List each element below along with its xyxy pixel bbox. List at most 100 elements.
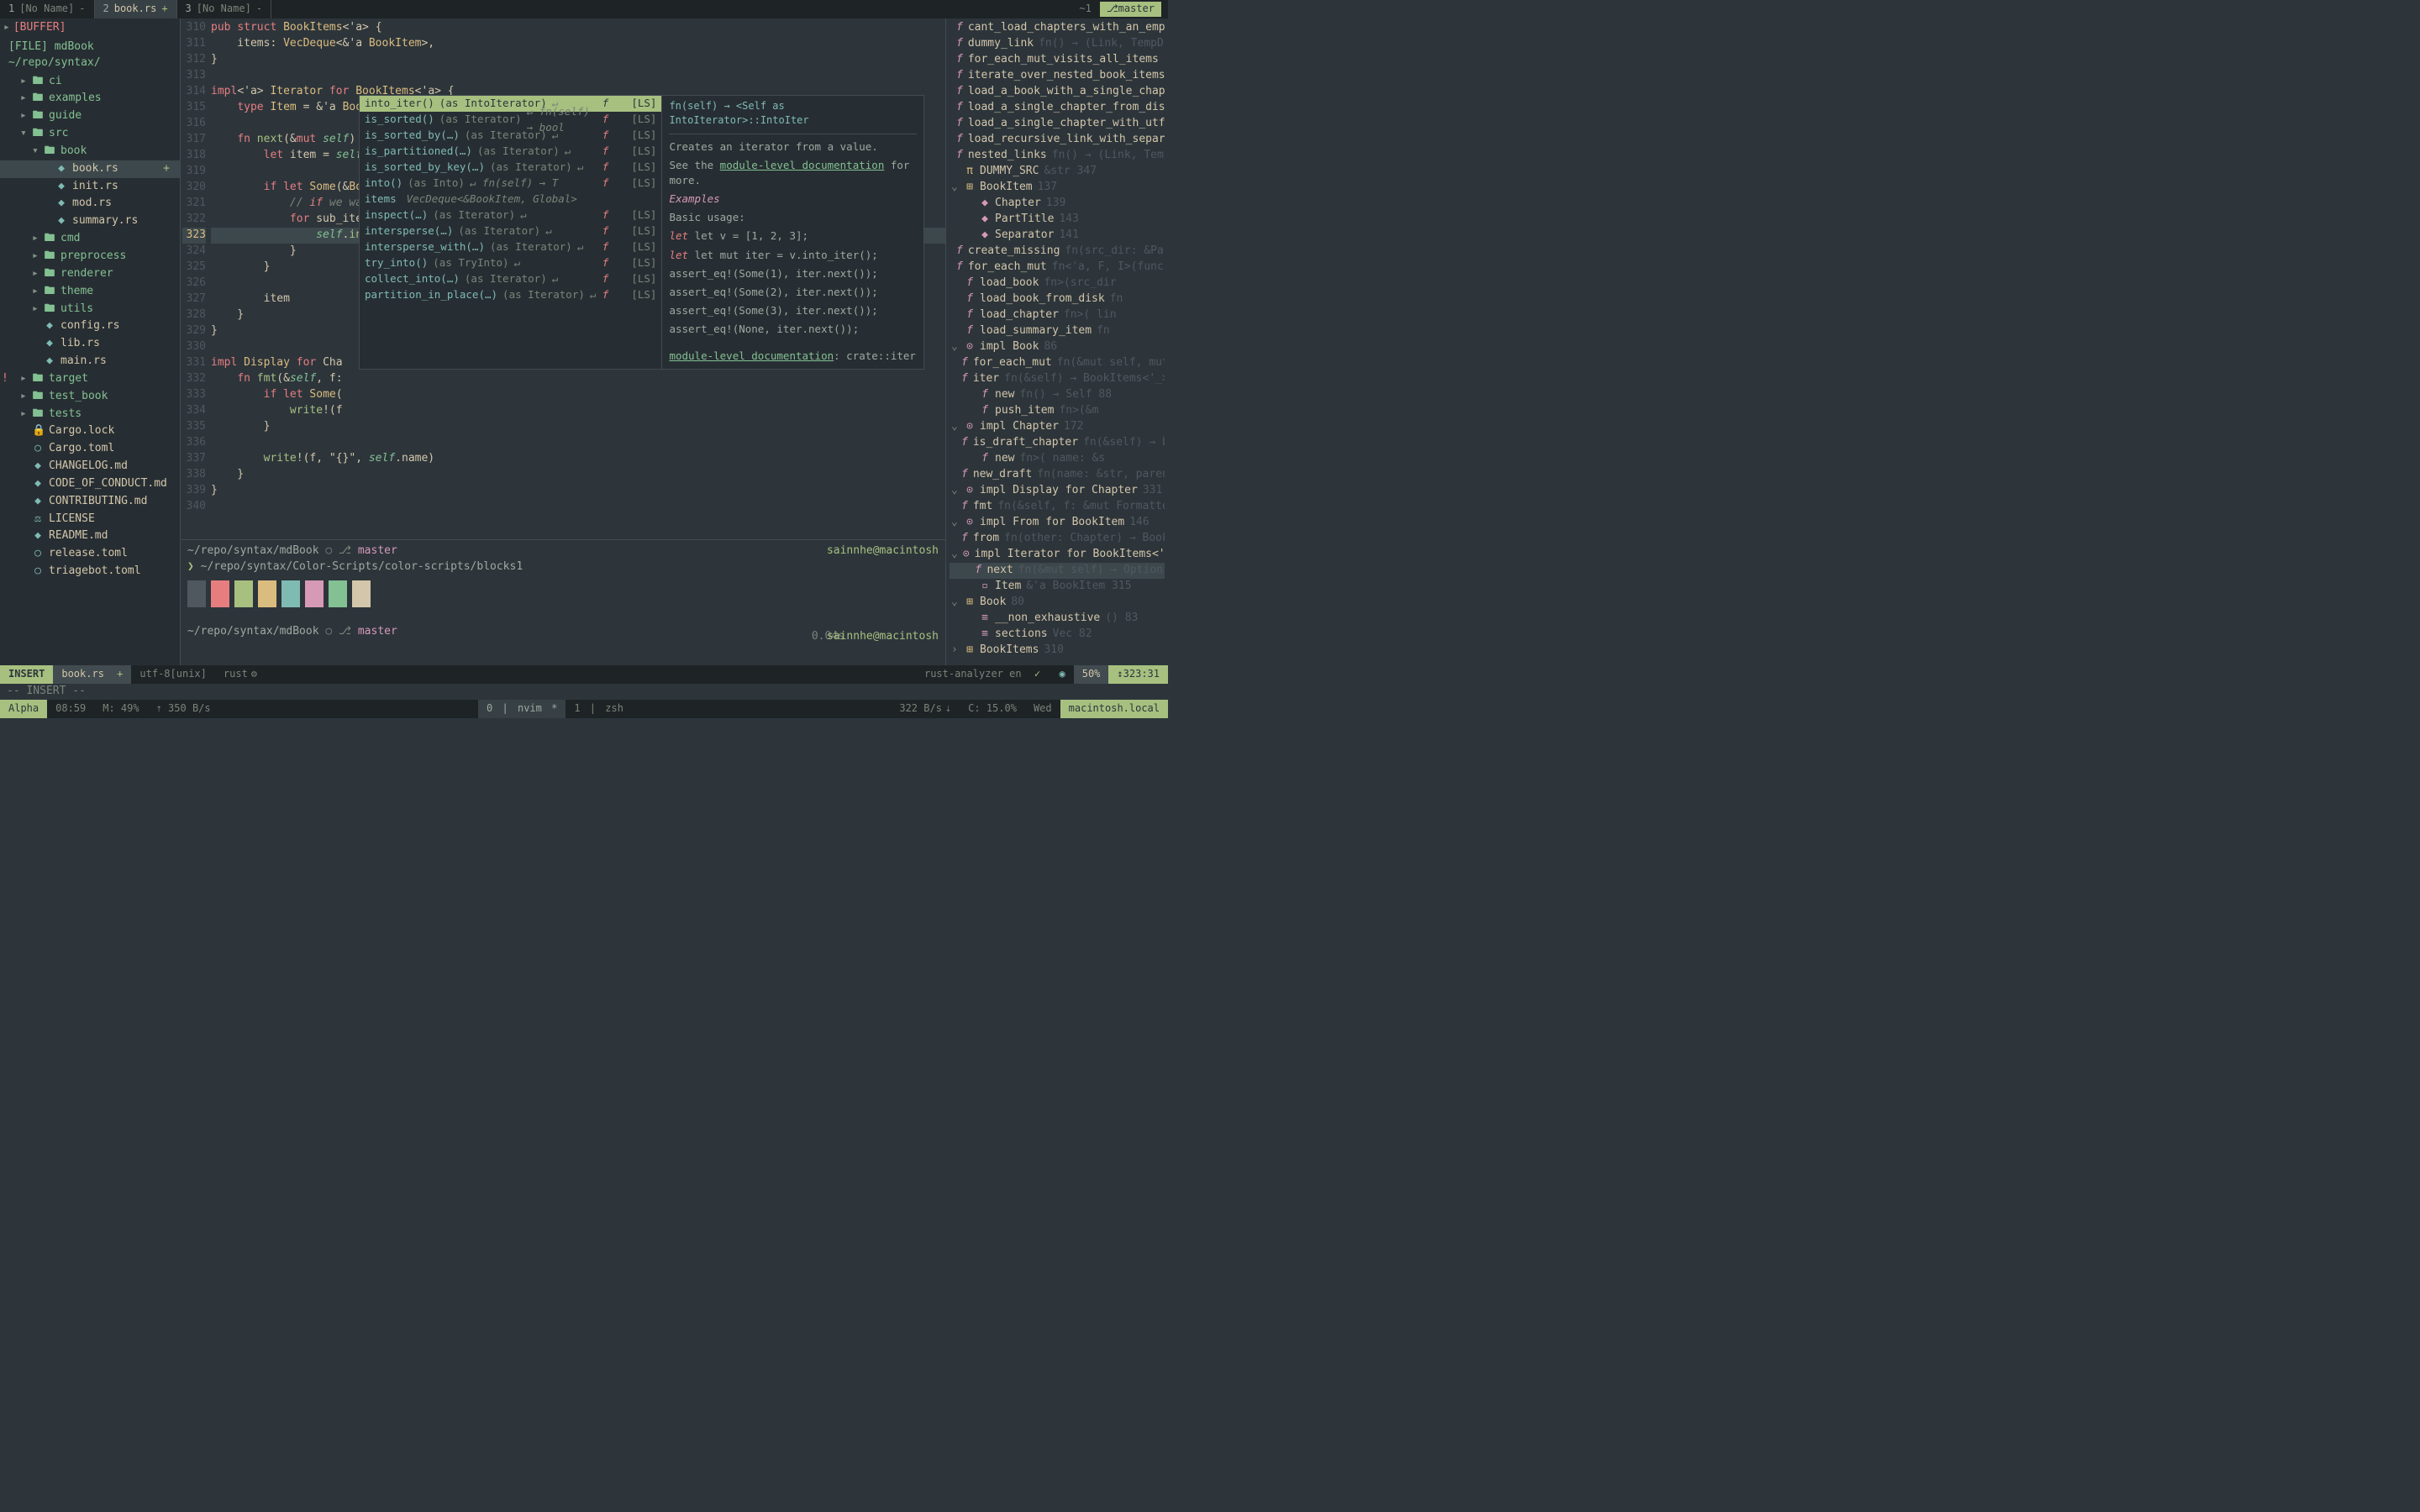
completion-item[interactable]: collect_into(…) (as Iterator) ↵f [LS] [360, 271, 661, 287]
outline-item[interactable]: ffor_each_mut fn(&mut self, mut [950, 355, 1165, 371]
outline-item[interactable]: ≡__non_exhaustive () 83 [950, 611, 1165, 627]
tree-item-examples[interactable]: ▸🖿examples [0, 90, 180, 108]
outline-item[interactable]: fpush_item fn>(&m [950, 403, 1165, 419]
completion-item[interactable]: into_iter() (as IntoIterator) ↵f [LS] [360, 96, 661, 112]
editor[interactable]: 3103113123133143153163173183193203213223… [181, 18, 945, 665]
completion-item[interactable]: inspect(…) (as Iterator) ↵f [LS] [360, 207, 661, 223]
completion-item[interactable]: is_partitioned(…) (as Iterator) ↵f [LS] [360, 144, 661, 160]
outline-item[interactable]: fdummy_link fn() → (Link, TempDir) [950, 36, 1165, 52]
outline-item[interactable]: fnew fn() → Self 88 [950, 387, 1165, 403]
outline-item[interactable]: ⌄⊙impl Book 86 [950, 339, 1165, 355]
tmux-window-0[interactable]: 0 | nvim * [478, 700, 566, 718]
tree-item-config.rs[interactable]: ◆config.rs [0, 318, 180, 335]
outline-item[interactable]: fload_chapter fn>( lin [950, 307, 1165, 323]
outline-item[interactable]: fload_book_from_disk fn [950, 291, 1165, 307]
tmux-window-1[interactable]: 1 | zsh [566, 700, 632, 718]
outline-item[interactable]: ffor_each_mut fn<'a, F, I>(func: &mut [950, 260, 1165, 276]
tree-item-summary.rs[interactable]: ◆summary.rs [0, 213, 180, 230]
tree-item-guide[interactable]: ▸🖿guide [0, 108, 180, 125]
tab-2[interactable]: 3[No Name]- [177, 0, 272, 18]
outline-item[interactable]: ≡sections Vec 82 [950, 627, 1165, 643]
outline-item[interactable]: fload_book fn>(src_dir [950, 276, 1165, 291]
tree-item-CONTRIBUTING.md[interactable]: ◆CONTRIBUTING.md [0, 493, 180, 511]
completion-item[interactable]: is_sorted() (as Iterator) ↵ fn(self) → b… [360, 112, 661, 128]
outline-item[interactable]: fiterate_over_nested_book_items fn( [950, 68, 1165, 84]
explorer-root[interactable]: [FILE] mdBook ~/repo/syntax/ [0, 38, 180, 73]
tree-item-test_book[interactable]: ▸🖿test_book [0, 388, 180, 406]
outline-item[interactable]: ⌄⊙impl Iterator for BookItems<'a> 314 [950, 547, 1165, 563]
completion-doc: fn(self) → <Self as IntoIterator>::IntoI… [661, 96, 923, 369]
tree-item-target[interactable]: !▸🖿target [0, 370, 180, 388]
tree-item-utils[interactable]: ▸🖿utils [0, 301, 180, 318]
tree-item-LICENSE[interactable]: ⚖LICENSE [0, 511, 180, 528]
outline-item[interactable]: fload_a_book_with_a_single_chapter [950, 84, 1165, 100]
tree-item-book[interactable]: ▾🖿book [0, 143, 180, 160]
tree-item-triagebot.toml[interactable]: ○triagebot.toml [0, 563, 180, 580]
completion-item[interactable]: items VecDeque<&BookItem, Global> [360, 192, 661, 207]
outline-item[interactable]: ⌄⊞BookItem 137 [950, 180, 1165, 196]
tree-item-lib.rs[interactable]: ◆lib.rs [0, 335, 180, 353]
tree-item-theme[interactable]: ▸🖿theme [0, 283, 180, 301]
tab-1[interactable]: 2book.rs+ [95, 0, 177, 18]
outline-item[interactable]: ◆PartTitle 143 [950, 212, 1165, 228]
tree-item-renderer[interactable]: ▸🖿renderer [0, 265, 180, 283]
tree-item-Cargo.lock[interactable]: 🔒Cargo.lock [0, 423, 180, 440]
tmux-session[interactable]: Alpha [0, 700, 47, 718]
color-swatch [187, 580, 206, 607]
completion-item[interactable]: intersperse(…) (as Iterator) ↵f [LS] [360, 223, 661, 239]
outline-item[interactable]: ffmt fn(&self, f: &mut Formatter<'_ [950, 499, 1165, 515]
tree-item-tests[interactable]: ▸🖿tests [0, 406, 180, 423]
outline-item[interactable]: fcreate_missing fn(src_dir: &Path, su [950, 244, 1165, 260]
status-filename[interactable]: book.rs + [53, 665, 131, 684]
symbols-outline[interactable]: fcant_load_chapters_with_an_empty_pfdumm… [945, 18, 1168, 665]
outline-item[interactable]: fload_summary_item fn [950, 323, 1165, 339]
completion-item[interactable]: intersperse_with(…) (as Iterator) ↵f [LS… [360, 239, 661, 255]
outline-item[interactable]: ffrom fn(other: Chapter) → BookIte [950, 531, 1165, 547]
tree-item-ci[interactable]: ▸🖿ci [0, 73, 180, 91]
outline-item[interactable]: ⌄⊙impl Display for Chapter 331 [950, 483, 1165, 499]
tree-item-release.toml[interactable]: ○release.toml [0, 545, 180, 563]
code-lines[interactable]: into_iter() (as IntoIterator) ↵f [LS]is_… [211, 18, 945, 539]
outline-item[interactable]: fiter fn(&self) → BookItems<'_> 93 [950, 371, 1165, 387]
outline-item[interactable]: fnested_links fn() → (Link, TempDi [950, 148, 1165, 164]
outline-item[interactable]: fload_a_single_chapter_with_utf8_bo [950, 116, 1165, 132]
completion-item[interactable]: is_sorted_by(…) (as Iterator) ↵f [LS] [360, 128, 661, 144]
tree-item-init.rs[interactable]: ◆init.rs [0, 178, 180, 196]
outline-item[interactable]: fnext fn(&mut self) → Option [950, 563, 1165, 579]
tree-item-main.rs[interactable]: ◆main.rs [0, 353, 180, 370]
completion-item[interactable]: try_into() (as TryInto) ↵f [LS] [360, 255, 661, 271]
outline-item[interactable]: fnew fn>( name: &s [950, 451, 1165, 467]
completion-item[interactable]: into() (as Into) ↵ fn(self) → Tf [LS] [360, 176, 661, 192]
tree-item-src[interactable]: ▾🖿src [0, 125, 180, 143]
tree-item-mod.rs[interactable]: ◆mod.rs [0, 195, 180, 213]
outline-item[interactable]: ⌄⊞Book 80 [950, 595, 1165, 611]
outline-item[interactable]: fload_recursive_link_with_separator [950, 132, 1165, 148]
outline-item[interactable]: ⌄⊙impl Chapter 172 [950, 419, 1165, 435]
outline-item[interactable]: ◆Chapter 139 [950, 196, 1165, 212]
completion-item[interactable]: partition_in_place(…) (as Iterator) ↵f [… [360, 287, 661, 303]
outline-item[interactable]: fnew_draft fn(name: &str, parent_na [950, 467, 1165, 483]
outline-item[interactable]: fcant_load_chapters_with_an_empty_p [950, 20, 1165, 36]
outline-item[interactable]: ◆Separator 141 [950, 228, 1165, 244]
outline-item[interactable]: ⌄⊙impl From for BookItem 146 [950, 515, 1165, 531]
outline-item[interactable]: ffor_each_mut_visits_all_items fn() [950, 52, 1165, 68]
outline-item[interactable]: ›⊞BookItems 310 [950, 643, 1165, 659]
outline-item[interactable]: fload_a_single_chapter_from_disk fn( [950, 100, 1165, 116]
status-encoding: utf-8[unix] [131, 665, 214, 684]
tree-item-preprocess[interactable]: ▸🖿preprocess [0, 248, 180, 265]
tree-item-CODE_OF_CONDUCT.md[interactable]: ◆CODE_OF_CONDUCT.md [0, 475, 180, 493]
tree-item-Cargo.toml[interactable]: ○Cargo.toml [0, 440, 180, 458]
color-swatch [234, 580, 253, 607]
completion-item[interactable]: is_sorted_by_key(…) (as Iterator) ↵f [LS… [360, 160, 661, 176]
completion-popup[interactable]: into_iter() (as IntoIterator) ↵f [LS]is_… [359, 95, 924, 370]
tree-item-book.rs[interactable]: ◆book.rs+ [0, 160, 180, 178]
outline-item[interactable]: fis_draft_chapter fn(&self) → bool [950, 435, 1165, 451]
tree-item-cmd[interactable]: ▸🖿cmd [0, 230, 180, 248]
tab-0[interactable]: 1[No Name]- [0, 0, 95, 18]
outline-item[interactable]: πDUMMY_SRC &str 347 [950, 164, 1165, 180]
outline-item[interactable]: ▫Item &'a BookItem 315 [950, 579, 1165, 595]
tree-item-README.md[interactable]: ◆README.md [0, 528, 180, 545]
terminal[interactable]: ~/repo/syntax/mdBook ○ ⎇ master sainnhe@… [181, 539, 945, 665]
tree-item-CHANGELOG.md[interactable]: ◆CHANGELOG.md [0, 458, 180, 475]
git-branch[interactable]: ⎇ master [1100, 2, 1161, 16]
